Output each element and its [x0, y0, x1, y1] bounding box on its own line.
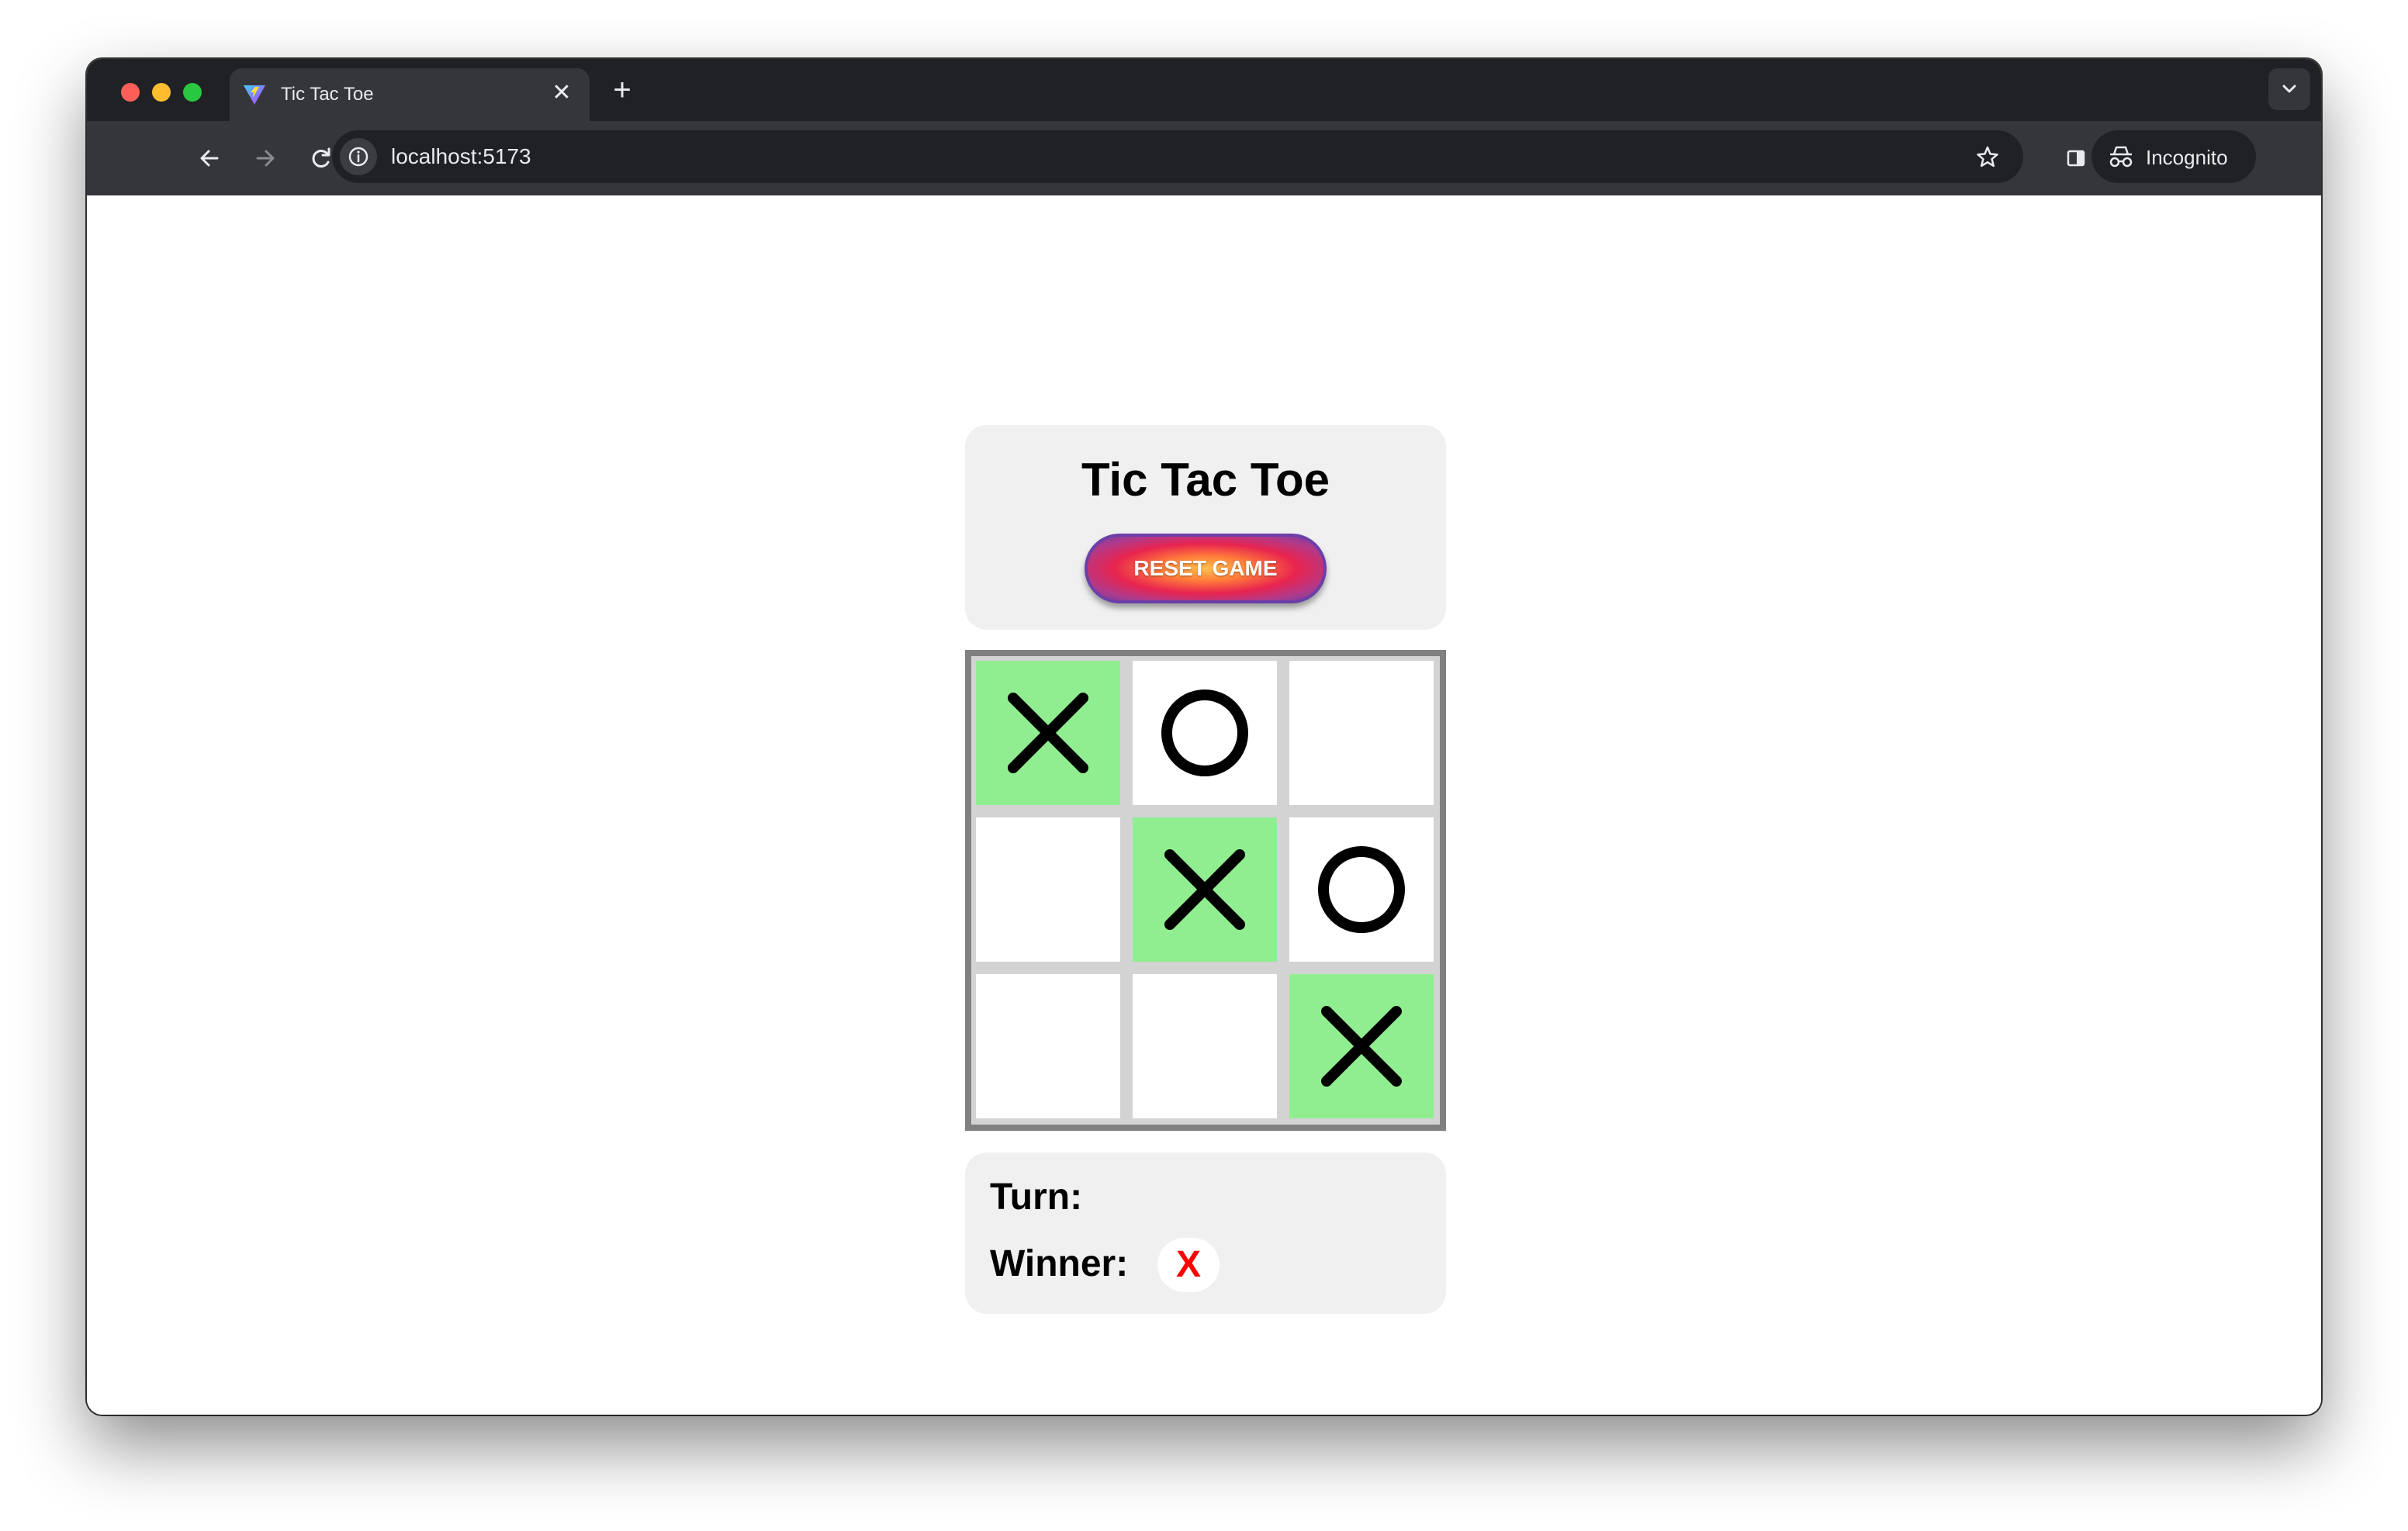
game-board: XOXOX — [965, 650, 1446, 1131]
browser-toolbar: localhost:5173 Incognito — [87, 121, 2321, 195]
o-mark-icon: O — [1161, 689, 1248, 776]
page-content: Tic Tac Toe RESET GAME XOXOX Turn: Winne… — [87, 195, 2321, 1415]
vite-logo-icon — [242, 82, 267, 107]
board-cell[interactable]: O — [1289, 817, 1434, 962]
new-tab-button[interactable]: + — [605, 73, 639, 107]
status-panel: Turn: Winner: X — [965, 1153, 1446, 1314]
board-cell[interactable]: X — [976, 661, 1120, 805]
x-mark-icon: X — [1164, 849, 1245, 930]
winner-row: Winner: X — [990, 1238, 1220, 1292]
back-button[interactable] — [191, 140, 228, 177]
info-icon — [348, 147, 368, 167]
url-text[interactable]: localhost:5173 — [391, 144, 531, 169]
side-panel-icon — [2067, 150, 2085, 167]
incognito-badge[interactable]: Incognito — [2091, 130, 2256, 183]
board-cell[interactable]: O — [1133, 661, 1277, 805]
winner-label: Winner: — [990, 1243, 1129, 1284]
board-cell[interactable]: X — [1289, 974, 1434, 1118]
turn-label: Turn: — [990, 1177, 1083, 1218]
tab-title: Tic Tac Toe — [281, 84, 374, 105]
minimize-window-button[interactable] — [152, 83, 171, 102]
side-panel-button[interactable] — [2057, 140, 2095, 177]
tab-active[interactable]: Tic Tac Toe ✕ — [230, 68, 590, 121]
game-header: Tic Tac Toe RESET GAME — [965, 425, 1446, 630]
tab-bar: Tic Tac Toe ✕ + — [87, 59, 2321, 121]
forward-button[interactable] — [247, 140, 284, 177]
chevron-down-icon — [2282, 85, 2296, 93]
address-bar[interactable]: localhost:5173 — [332, 130, 2023, 183]
browser-window: Tic Tac Toe ✕ + localhost:5173 Incognito… — [87, 59, 2321, 1415]
turn-row: Turn: — [990, 1176, 1082, 1218]
incognito-label: Incognito — [2146, 146, 2228, 169]
x-mark-icon: X — [1321, 1006, 1402, 1087]
board-cell[interactable] — [976, 974, 1120, 1118]
board-cell[interactable] — [1133, 974, 1277, 1118]
tab-search-button[interactable] — [2268, 68, 2310, 110]
o-mark-icon: O — [1318, 846, 1405, 933]
x-mark-icon: X — [1008, 693, 1088, 773]
reset-game-button[interactable]: RESET GAME — [1085, 534, 1327, 603]
arrow-left-icon — [200, 150, 219, 167]
site-info-button[interactable] — [340, 138, 377, 175]
board-cell[interactable]: X — [1133, 817, 1277, 962]
bookmark-star-icon[interactable] — [1969, 138, 2006, 175]
board-cell[interactable] — [1289, 661, 1434, 805]
tab-close-icon[interactable]: ✕ — [548, 79, 576, 107]
close-window-button[interactable] — [121, 83, 140, 102]
maximize-window-button[interactable] — [183, 83, 202, 102]
board-cell[interactable] — [976, 817, 1120, 962]
page-title: Tic Tac Toe — [1081, 454, 1330, 506]
winner-badge: X — [1157, 1238, 1220, 1292]
arrow-right-icon — [256, 150, 275, 167]
incognito-icon — [2109, 146, 2133, 168]
